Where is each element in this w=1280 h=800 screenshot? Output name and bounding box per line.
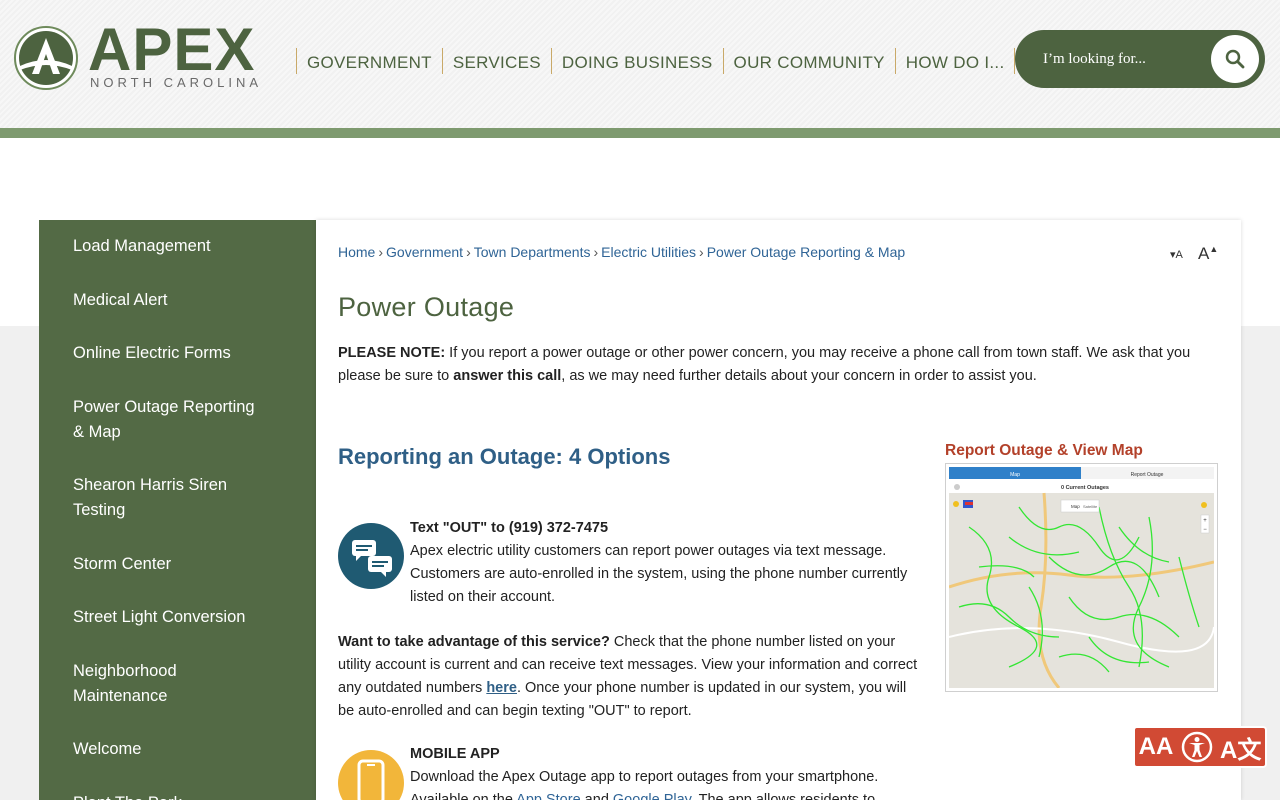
sidebar-item-label: Testing [73, 501, 126, 519]
logo-subtitle: NORTH CAROLINA [90, 75, 263, 90]
sidebar-item-neighborhood-maintenance[interactable]: Neighborhood Maintenance [73, 659, 283, 709]
search-bar [1015, 30, 1265, 88]
sidebar-item-power-outage-reporting[interactable]: Power Outage Reporting & Map [73, 395, 283, 445]
satellite-view-button[interactable]: Satellite [1083, 504, 1098, 509]
sidebar-item-label: Maintenance [73, 687, 168, 705]
current-outages-count: 0 Current Outages [1061, 485, 1109, 491]
sidebar-item-label: Street Light Conversion [73, 608, 246, 626]
nav-services[interactable]: SERVICES [441, 48, 551, 74]
text-option-body: Apex electric utility customers can repo… [410, 543, 908, 605]
report-outage-tab: Report Outage [1131, 472, 1164, 478]
translate-icon: A文 [1219, 736, 1262, 764]
google-play-link[interactable]: Google Play [613, 792, 691, 800]
page-title: Power Outage [338, 292, 515, 322]
main-nav: GOVERNMENT SERVICES DOING BUSINESS OUR C… [296, 48, 1016, 74]
font-size-controls: ▾A A▲ [1168, 244, 1228, 264]
sidebar-item-label: & Map [73, 423, 121, 441]
app-option-text: and [580, 792, 613, 800]
decrease-font-button[interactable]: ▾A [1170, 248, 1183, 261]
app-option-text: . The app allows residents to [690, 792, 876, 800]
sidebar-item-label: Plant The Park [73, 791, 283, 800]
please-note-paragraph: PLEASE NOTE: If you report a power outag… [338, 342, 1218, 387]
zoom-out-icon: − [1203, 527, 1207, 533]
accessibility-person-icon [1181, 731, 1212, 763]
text-size-icon: AA [1138, 733, 1174, 760]
mobile-app-icon [338, 750, 404, 800]
sidebar-item-storm-center[interactable]: Storm Center [73, 552, 283, 577]
breadcrumb-separator: › [378, 244, 384, 260]
sidebar: Load Management Medical Alert Online Ele… [39, 220, 316, 800]
increase-font-label: A [1198, 244, 1210, 263]
outage-map-thumbnail[interactable]: Map Report Outage 0 Current Outages Map … [945, 463, 1218, 692]
app-store-link[interactable]: App Store [516, 792, 581, 800]
breadcrumb-government[interactable]: Government [386, 244, 463, 260]
nav-how-do-i[interactable]: HOW DO I... [894, 48, 1016, 74]
note-text: , as we may need further details about y… [561, 367, 1037, 384]
sidebar-item-label: Welcome [73, 740, 142, 758]
section-title: Reporting an Outage: 4 Options [338, 444, 671, 469]
advantage-paragraph: Want to take advantage of this service? … [338, 631, 923, 723]
breadcrumb-separator: › [466, 244, 471, 260]
map-tab: Map [1010, 472, 1020, 478]
search-button[interactable] [1211, 35, 1259, 83]
map-title[interactable]: Report Outage & View Map [945, 442, 1143, 460]
apex-emblem-icon [14, 26, 78, 90]
text-option-heading: Text "OUT" to (919) 372-7475 [410, 520, 609, 536]
sidebar-item-online-electric-forms[interactable]: Online Electric Forms [73, 341, 283, 366]
accessibility-widget-button[interactable]: AA A文 [1133, 726, 1267, 768]
app-option-text: Available on the [410, 792, 517, 800]
sidebar-item-medical-alert[interactable]: Medical Alert [73, 288, 283, 313]
sidebar-item-load-management[interactable]: Load Management [73, 234, 283, 259]
note-label: PLEASE NOTE: [338, 345, 446, 361]
site-header: APEX NORTH CAROLINA GOVERNMENT SERVICES … [0, 0, 1280, 128]
sidebar-item-label: Load Management [73, 237, 211, 255]
sidebar-item-label: Medical Alert [73, 291, 168, 309]
triangle-up-icon: ▲ [1209, 244, 1219, 254]
search-input[interactable] [1043, 30, 1203, 88]
smartphone-icon [357, 759, 385, 800]
sidebar-item-label: Online Electric Forms [73, 344, 231, 362]
breadcrumb-current-page[interactable]: Power Outage Reporting & Map [707, 244, 905, 260]
apex-logo[interactable]: APEX NORTH CAROLINA [14, 18, 274, 94]
sidebar-item-welcome[interactable]: Welcome [73, 737, 283, 762]
breadcrumb: Home › Government › Town Departments › Electri… [338, 244, 905, 260]
nav-doing-business[interactable]: DOING BUSINESS [550, 48, 723, 74]
nav-government[interactable]: GOVERNMENT [296, 48, 442, 74]
sidebar-item-label: Power Outage Reporting [73, 398, 255, 416]
sidebar-item-plant-the-park[interactable]: Plant The Park [73, 791, 283, 800]
chat-bubbles-icon [352, 540, 392, 577]
text-message-icon [338, 523, 404, 589]
breadcrumb-electric-utilities[interactable]: Electric Utilities [601, 244, 696, 260]
header-band [0, 128, 1280, 138]
breadcrumb-separator: › [699, 244, 704, 260]
sidebar-item-label: Storm Center [73, 555, 172, 573]
note-bold: answer this call [453, 367, 562, 384]
sidebar-item-label: Neighborhood [73, 662, 177, 680]
nav-our-community[interactable]: OUR COMMUNITY [722, 48, 895, 74]
sidebar-item-street-light-conversion[interactable]: Street Light Conversion [73, 605, 283, 630]
breadcrumb-town-departments[interactable]: Town Departments [474, 244, 591, 260]
update-info-link[interactable]: here [486, 680, 517, 696]
main-content: Home › Government › Town Departments › Electri… [316, 220, 1241, 800]
logo-word: APEX [88, 16, 256, 83]
advantage-bold: Want to take advantage of this service? [338, 634, 610, 650]
breadcrumb-home[interactable]: Home [338, 244, 375, 260]
search-icon [1225, 49, 1245, 69]
app-option-body: Download the Apex Outage app to report o… [410, 766, 930, 800]
sidebar-item-label: Shearon Harris Siren [73, 476, 228, 494]
increase-font-button[interactable]: A▲ [1198, 244, 1218, 264]
app-option-line: Available on the App Store and Google Pl… [410, 789, 930, 800]
map-view-button[interactable]: Map [1071, 504, 1080, 509]
app-option-line: Download the Apex Outage app to report o… [410, 769, 879, 785]
zoom-in-icon: + [1203, 518, 1207, 524]
outage-map-image: Map Report Outage 0 Current Outages Map … [948, 467, 1215, 689]
app-option-heading: MOBILE APP [410, 746, 500, 762]
sidebar-item-shearon-harris-siren[interactable]: Shearon Harris Siren Testing [73, 473, 283, 523]
decrease-font-label: A [1175, 249, 1183, 261]
breadcrumb-separator: › [593, 244, 599, 260]
